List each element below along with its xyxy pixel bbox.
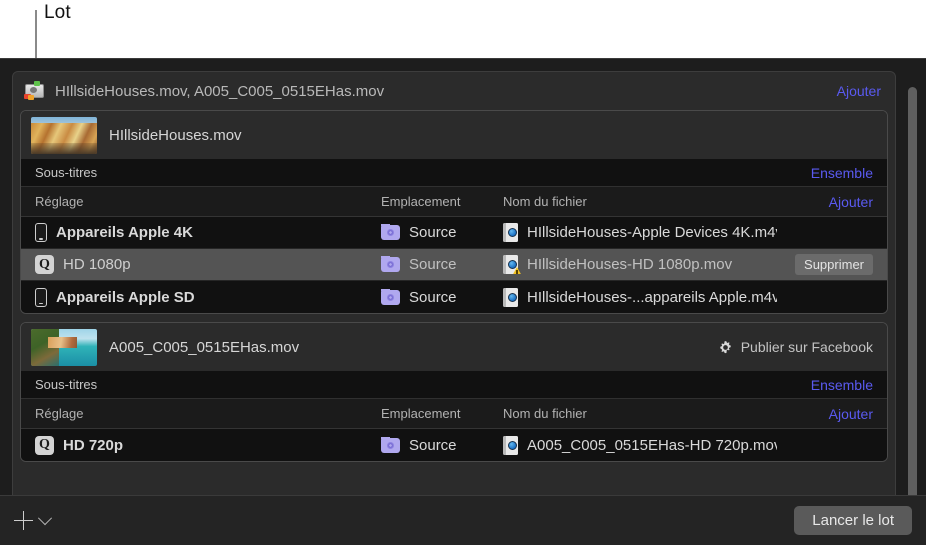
add-batch-control[interactable] — [14, 511, 794, 530]
phone-icon — [35, 223, 47, 242]
column-header-setting: Réglage — [35, 406, 381, 421]
job-card: HIllsideHouses.mov Sous-titres Ensemble … — [20, 110, 888, 314]
plus-icon[interactable] — [14, 511, 33, 530]
table-row[interactable]: Appareils Apple 4K Source HIllsideHouses… — [21, 217, 887, 249]
job-header[interactable]: HIllsideHouses.mov — [21, 111, 887, 159]
media-document-icon — [503, 223, 518, 242]
table-row[interactable]: Appareils Apple SD Source HIllsideHouses… — [21, 281, 887, 313]
column-header-filename: Nom du fichier — [503, 406, 777, 421]
column-header-filename: Nom du fichier — [503, 194, 777, 209]
job-card: A005_C005_0515EHas.mov Publier sur Faceb… — [20, 322, 888, 462]
folder-gear-icon — [381, 438, 400, 453]
subtitles-bar: Sous-titres Ensemble — [21, 159, 887, 187]
table-row[interactable]: Q HD 1080p Source HIllsideHouses-HD 1080… — [21, 249, 887, 281]
start-batch-button[interactable]: Lancer le lot — [794, 506, 912, 535]
column-header-location: Emplacement — [381, 194, 503, 209]
folder-gear-icon — [381, 290, 400, 305]
media-document-icon — [503, 436, 518, 455]
batch-header: HIllsideHouses.mov, A005_C005_0515EHas.m… — [13, 72, 895, 110]
column-add-button[interactable]: Ajouter — [777, 406, 887, 422]
row-setting: HD 720p — [63, 437, 123, 454]
cliffside-houses-thumbnail — [31, 117, 97, 154]
row-setting: HD 1080p — [63, 256, 131, 273]
job-destination[interactable]: Publier sur Facebook — [718, 339, 873, 355]
row-location: Source — [409, 224, 457, 241]
media-document-warning-icon — [503, 255, 518, 274]
folder-gear-icon — [381, 257, 400, 272]
job-name: A005_C005_0515EHas.mov — [109, 339, 718, 356]
column-header-location: Emplacement — [381, 406, 503, 421]
row-setting: Appareils Apple 4K — [56, 224, 193, 241]
batch-add-button[interactable]: Ajouter — [837, 83, 881, 99]
batch-window: HIllsideHouses.mov, A005_C005_0515EHas.m… — [0, 58, 926, 545]
subtitles-label: Sous-titres — [35, 377, 811, 392]
column-add-button[interactable]: Ajouter — [777, 194, 887, 210]
column-header: Réglage Emplacement Nom du fichier Ajout… — [21, 187, 887, 217]
row-location: Source — [409, 437, 457, 454]
row-filename: HIllsideHouses-Apple Devices 4K.m4v — [527, 224, 777, 241]
row-filename: HIllsideHouses-HD 1080p.mov — [527, 256, 732, 273]
compressor-app-icon — [23, 81, 45, 101]
column-header: Réglage Emplacement Nom du fichier Ajout… — [21, 399, 887, 429]
job-header[interactable]: A005_C005_0515EHas.mov Publier sur Faceb… — [21, 323, 887, 371]
quicktime-icon: Q — [35, 255, 54, 274]
media-document-icon — [503, 288, 518, 307]
subtitles-label: Sous-titres — [35, 165, 811, 180]
bottom-toolbar: Lancer le lot — [0, 495, 926, 545]
batch-title: HIllsideHouses.mov, A005_C005_0515EHas.m… — [55, 83, 837, 100]
batch-group: HIllsideHouses.mov, A005_C005_0515EHas.m… — [12, 71, 896, 495]
row-location: Source — [409, 256, 457, 273]
quicktime-icon: Q — [35, 436, 54, 455]
vertical-scrollbar[interactable] — [908, 71, 922, 495]
row-location: Source — [409, 289, 457, 306]
chevron-down-icon[interactable] — [38, 511, 52, 525]
row-filename: HIllsideHouses-...appareils Apple.m4v — [527, 289, 777, 306]
subtitles-set-button[interactable]: Ensemble — [811, 165, 873, 181]
scrollbar-thumb[interactable] — [908, 87, 917, 495]
folder-gear-icon — [381, 225, 400, 240]
callout-label: Lot — [44, 2, 71, 24]
gear-icon — [718, 340, 733, 355]
row-setting: Appareils Apple SD — [56, 289, 195, 306]
row-filename: A005_C005_0515EHas-HD 720p.mov — [527, 437, 777, 454]
job-name: HIllsideHouses.mov — [109, 127, 873, 144]
coastal-village-thumbnail — [31, 329, 97, 366]
delete-button[interactable]: Supprimer — [795, 254, 873, 275]
batch-scroll-area: HIllsideHouses.mov, A005_C005_0515EHas.m… — [0, 59, 926, 495]
table-row[interactable]: Q HD 720p Source A005_C005_0515EHas-HD 7… — [21, 429, 887, 461]
job-destination-label: Publier sur Facebook — [741, 339, 873, 355]
column-header-setting: Réglage — [35, 194, 381, 209]
subtitles-bar: Sous-titres Ensemble — [21, 371, 887, 399]
subtitles-set-button[interactable]: Ensemble — [811, 377, 873, 393]
phone-icon — [35, 288, 47, 307]
